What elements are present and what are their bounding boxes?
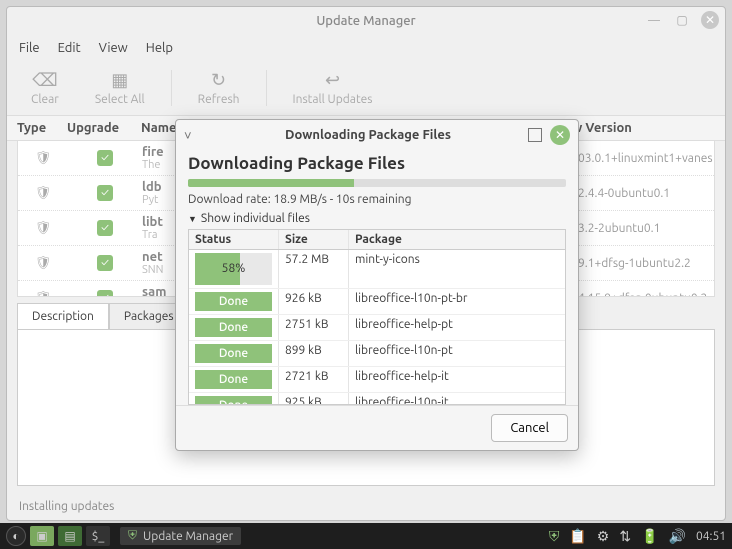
close-button[interactable]: ✕	[701, 11, 719, 29]
upgrade-checkbox[interactable]: ✓	[68, 255, 142, 271]
file-size: 2751 kB	[279, 315, 349, 340]
file-status: Done	[189, 289, 279, 314]
menu-edit[interactable]: Edit	[58, 41, 81, 55]
file-row[interactable]: Done925 kBlibreoffice-l10n-it	[189, 393, 565, 405]
toolbar-separator	[266, 70, 267, 106]
file-package: libreoffice-help-it	[349, 367, 565, 392]
menu-file[interactable]: File	[19, 41, 40, 55]
window-title: Update Manager	[316, 14, 415, 28]
type-icon: 🛡	[18, 151, 68, 166]
col-size[interactable]: Size	[279, 230, 349, 249]
menubar: File Edit View Help	[7, 35, 725, 61]
toolbar: ⌫Clear ▦Select All ↻Refresh ↩Install Upd…	[7, 61, 725, 115]
tray-security-icon[interactable]: ⚙	[597, 528, 610, 545]
dialog-heading: Downloading Package Files	[188, 154, 566, 173]
taskbar-app-update-manager[interactable]: ⛨ Update Manager	[120, 527, 241, 545]
progress-fill	[188, 179, 354, 187]
minimize-button[interactable]: —	[645, 11, 663, 29]
files-header: Status Size Package	[189, 230, 565, 250]
maximize-button[interactable]: ▢	[673, 11, 691, 29]
taskbar-files-icon[interactable]: ▤	[58, 526, 82, 546]
taskbar-app-label: Update Manager	[143, 530, 233, 543]
dialog-title: Downloading Package Files	[285, 128, 451, 142]
tab-description[interactable]: Description	[17, 303, 109, 329]
download-rate: Download rate: 18.9 MB/s - 10s remaining	[188, 193, 566, 206]
file-size: 926 kB	[279, 289, 349, 314]
type-icon: 🛡	[18, 186, 68, 201]
dialog-maximize-button[interactable]	[528, 128, 542, 142]
file-package: libreoffice-l10n-pt	[349, 341, 565, 366]
select-all-button[interactable]: ▦Select All	[81, 68, 159, 108]
upgrade-checkbox[interactable]: ✓	[68, 150, 142, 166]
download-dialog: ˅ Downloading Package Files ✕ Downloadin…	[175, 119, 579, 451]
clear-button[interactable]: ⌫Clear	[17, 68, 73, 108]
type-icon: 🛡	[18, 256, 68, 271]
start-menu-icon[interactable]: ◐	[6, 526, 26, 546]
taskbar-desktop-icon[interactable]: ▣	[30, 526, 54, 546]
file-row[interactable]: Done926 kBlibreoffice-l10n-pt-br	[189, 289, 565, 315]
files-rows[interactable]: 58%57.2 MBmint-y-iconsDone926 kBlibreoff…	[189, 250, 565, 405]
type-icon: 🛡	[18, 291, 68, 298]
tray-updates-icon[interactable]: ⛨	[549, 528, 560, 545]
dialog-titlebar: ˅ Downloading Package Files ✕	[176, 120, 578, 150]
taskbar: ◐ ▣ ▤ $_ ⛨ Update Manager ⛨ 📋 ⚙ ⇅ 🔋 🔊 04…	[0, 523, 732, 549]
refresh-icon: ↻	[211, 70, 226, 91]
file-size: 925 kB	[279, 393, 349, 405]
file-package: mint-y-icons	[349, 250, 565, 288]
install-icon: ↩	[325, 70, 340, 91]
select-all-icon: ▦	[111, 70, 128, 91]
tray-clock[interactable]: 04:51	[696, 530, 726, 543]
disclose-toggle[interactable]: Show individual files	[188, 212, 566, 225]
dialog-body: Downloading Package Files Download rate:…	[176, 150, 578, 405]
file-status: 58%	[189, 250, 279, 288]
taskbar-terminal-icon[interactable]: $_	[86, 526, 110, 546]
files-table: Status Size Package 58%57.2 MBmint-y-ico…	[188, 229, 566, 405]
window-buttons: — ▢ ✕	[645, 11, 719, 29]
file-row[interactable]: Done2751 kBlibreoffice-help-pt	[189, 315, 565, 341]
col-type[interactable]: Type	[17, 121, 67, 135]
file-package: libreoffice-help-pt	[349, 315, 565, 340]
shield-icon: ⛨	[128, 529, 137, 543]
tray-volume-icon[interactable]: 🔊	[669, 528, 686, 545]
file-row[interactable]: Done899 kBlibreoffice-l10n-pt	[189, 341, 565, 367]
tray-network-icon[interactable]: ⇅	[619, 528, 631, 545]
file-row[interactable]: 58%57.2 MBmint-y-icons	[189, 250, 565, 289]
clear-icon: ⌫	[32, 70, 57, 91]
dialog-close-button[interactable]: ✕	[550, 125, 570, 145]
file-size: 2721 kB	[279, 367, 349, 392]
tray-battery-icon[interactable]: 🔋	[641, 528, 658, 545]
upgrade-checkbox[interactable]: ✓	[68, 220, 142, 236]
install-updates-button[interactable]: ↩Install Updates	[279, 68, 387, 108]
col-package[interactable]: Package	[349, 230, 565, 249]
file-size: 57.2 MB	[279, 250, 349, 288]
col-new-version[interactable]: New Version	[555, 121, 715, 135]
toolbar-separator	[171, 70, 172, 106]
file-status: Done	[189, 367, 279, 392]
upgrade-checkbox[interactable]: ✓	[68, 185, 142, 201]
progress-bar	[188, 179, 566, 187]
col-status[interactable]: Status	[189, 230, 279, 249]
dialog-back-icon[interactable]: ˅	[184, 128, 208, 143]
menu-view[interactable]: View	[99, 41, 128, 55]
tray-clipboard-icon[interactable]: 📋	[569, 528, 586, 545]
dialog-footer: Cancel	[176, 405, 578, 450]
file-package: libreoffice-l10n-pt-br	[349, 289, 565, 314]
titlebar: Update Manager — ▢ ✕	[7, 7, 725, 35]
refresh-button[interactable]: ↻Refresh	[184, 68, 254, 108]
file-size: 899 kB	[279, 341, 349, 366]
file-status: Done	[189, 393, 279, 405]
cancel-button[interactable]: Cancel	[491, 414, 568, 442]
col-upgrade[interactable]: Upgrade	[67, 121, 141, 135]
upgrade-checkbox[interactable]: ✓	[68, 290, 142, 297]
type-icon: 🛡	[18, 221, 68, 236]
file-status: Done	[189, 315, 279, 340]
file-status: Done	[189, 341, 279, 366]
file-package: libreoffice-l10n-it	[349, 393, 565, 405]
menu-help[interactable]: Help	[146, 41, 173, 55]
status-bar: Installing updates	[7, 492, 725, 520]
file-row[interactable]: Done2721 kBlibreoffice-help-it	[189, 367, 565, 393]
